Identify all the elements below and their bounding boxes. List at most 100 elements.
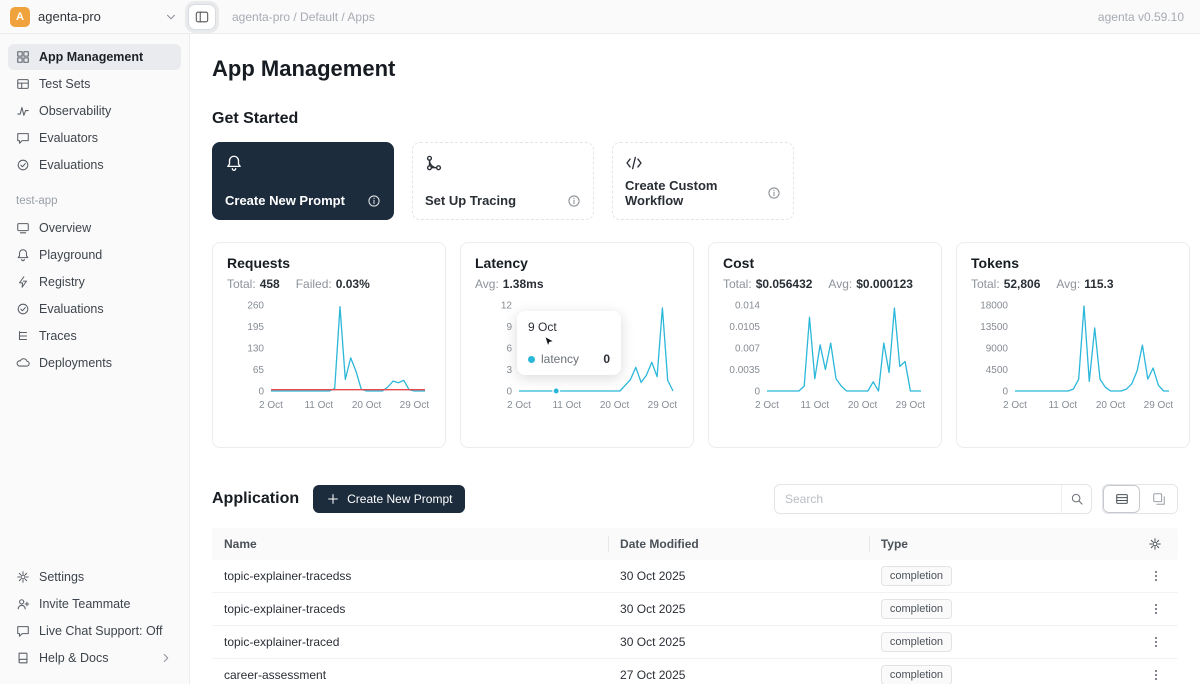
deployments-icon	[16, 356, 30, 370]
sidebar-item-overview[interactable]: Overview	[8, 215, 181, 241]
kebab-icon	[1149, 602, 1163, 616]
sidebar-item-settings[interactable]: Settings	[8, 564, 181, 590]
sidebar-item-invite-teammate[interactable]: Invite Teammate	[8, 591, 181, 617]
sidebar-item-traces[interactable]: Traces	[8, 323, 181, 349]
stat-value: 0.03%	[336, 277, 370, 291]
svg-text:2 Oct: 2 Oct	[259, 400, 283, 411]
card-label: Create Custom Workflow	[625, 178, 759, 208]
applications-table: Name Date Modified Type topic-explainer-…	[212, 528, 1178, 684]
search-box	[774, 484, 1092, 514]
observability-icon	[16, 104, 30, 118]
metric-card-latency: Latency Avg:1.38ms 0369122 Oct11 Oct20 O…	[460, 242, 694, 448]
svg-text:11 Oct: 11 Oct	[304, 400, 333, 411]
app-management-icon	[16, 50, 30, 64]
sidebar-item-label: App Management	[39, 50, 143, 64]
sidebar-item-help-docs[interactable]: Help & Docs	[8, 645, 181, 671]
sidebar-toggle-button[interactable]	[188, 4, 216, 30]
app-name: topic-explainer-traced	[212, 635, 608, 649]
table-view-button[interactable]	[1103, 485, 1140, 513]
app-date-modified: 30 Oct 2025	[608, 602, 869, 616]
create-custom-workflow-card[interactable]: Create Custom Workflow	[612, 142, 794, 220]
sidebar-item-observability[interactable]: Observability	[8, 98, 181, 124]
svg-text:9: 9	[506, 322, 512, 333]
app-name: topic-explainer-traceds	[212, 602, 608, 616]
row-menu-button[interactable]	[1144, 663, 1168, 684]
svg-text:0.0105: 0.0105	[729, 322, 760, 333]
svg-text:29 Oct: 29 Oct	[896, 400, 926, 411]
svg-text:195: 195	[247, 322, 264, 333]
metric-card-tokens: Tokens Total:52,806 Avg:115.3 0450090001…	[956, 242, 1190, 448]
search-input[interactable]	[775, 492, 1061, 506]
create-button-label: Create New Prompt	[347, 492, 452, 506]
column-settings[interactable]	[1091, 528, 1178, 560]
svg-text:29 Oct: 29 Oct	[648, 400, 678, 411]
app-version: agenta v0.59.10	[1098, 10, 1184, 24]
metrics-row: Requests Total:458 Failed:0.03% 06513019…	[212, 242, 1178, 448]
card-view-button[interactable]	[1140, 485, 1177, 513]
info-icon[interactable]	[767, 186, 781, 200]
breadcrumb[interactable]: agenta-pro / Default / Apps	[232, 10, 375, 24]
sidebar-item-label: Help & Docs	[39, 651, 108, 665]
book-icon	[16, 651, 30, 665]
table-row[interactable]: topic-explainer-traceds 30 Oct 2025 comp…	[212, 593, 1178, 626]
app-date-modified: 30 Oct 2025	[608, 635, 869, 649]
sidebar-item-playground[interactable]: Playground	[8, 242, 181, 268]
table-header: Name Date Modified Type	[212, 528, 1178, 560]
metric-title: Cost	[723, 255, 927, 271]
svg-text:0.014: 0.014	[735, 301, 760, 312]
table-row[interactable]: topic-explainer-traced 30 Oct 2025 compl…	[212, 626, 1178, 659]
type-badge: completion	[881, 665, 952, 684]
table-row[interactable]: topic-explainer-tracedss 30 Oct 2025 com…	[212, 560, 1178, 593]
main-content: App Management Get Started Create New Pr…	[190, 34, 1200, 684]
sidebar-item-deployments[interactable]: Deployments	[8, 350, 181, 376]
create-new-prompt-card[interactable]: Create New Prompt	[212, 142, 394, 220]
svg-text:0.0035: 0.0035	[729, 365, 760, 376]
type-badge: completion	[881, 599, 952, 619]
info-icon[interactable]	[567, 194, 581, 208]
view-toggle	[1102, 484, 1178, 514]
sidebar-item-test-sets[interactable]: Test Sets	[8, 71, 181, 97]
column-header-type[interactable]: Type	[869, 528, 1091, 560]
sidebar-item-live-chat-support[interactable]: Live Chat Support: Off	[8, 618, 181, 644]
sidebar-item-label: Registry	[39, 275, 85, 289]
stat-value: 1.38ms	[503, 277, 544, 291]
stat-label: Total:	[971, 277, 1000, 291]
info-icon[interactable]	[367, 194, 381, 208]
card-label: Create New Prompt	[225, 193, 345, 208]
app-name: topic-explainer-tracedss	[212, 569, 608, 583]
table-row[interactable]: career-assessment 27 Oct 2025 completion	[212, 659, 1178, 684]
stat-value: 458	[260, 277, 280, 291]
search-button[interactable]	[1061, 485, 1091, 513]
row-menu-button[interactable]	[1144, 630, 1168, 654]
sidebar-item-registry[interactable]: Registry	[8, 269, 181, 295]
tooltip-date: 9 Oct	[528, 320, 610, 334]
sidebar-item-app-evaluations[interactable]: Evaluations	[8, 296, 181, 322]
card-view-icon	[1152, 492, 1166, 506]
column-header-name[interactable]: Name	[212, 528, 608, 560]
cost-chart: 00.00350.0070.01050.0142 Oct11 Oct20 Oct…	[723, 297, 927, 426]
evaluations-icon	[16, 158, 30, 172]
workspace-selector[interactable]: A agenta-pro	[10, 7, 178, 27]
row-menu-button[interactable]	[1144, 597, 1168, 621]
sidebar-item-app-management[interactable]: App Management	[8, 44, 181, 70]
chevron-right-icon	[159, 651, 173, 665]
workspace-name: agenta-pro	[38, 9, 101, 24]
sidebar-item-label: Overview	[39, 221, 91, 235]
row-menu-button[interactable]	[1144, 564, 1168, 588]
svg-text:11 Oct: 11 Oct	[552, 400, 581, 411]
create-new-prompt-button[interactable]: Create New Prompt	[313, 485, 465, 513]
sidebar-item-label: Evaluations	[39, 158, 104, 172]
svg-text:6: 6	[506, 344, 512, 355]
svg-text:2 Oct: 2 Oct	[1003, 400, 1027, 411]
svg-text:4500: 4500	[986, 365, 1009, 376]
evaluations-icon	[16, 302, 30, 316]
sidebar-item-evaluators[interactable]: Evaluators	[8, 125, 181, 151]
svg-text:9000: 9000	[986, 344, 1009, 355]
set-up-tracing-card[interactable]: Set Up Tracing	[412, 142, 594, 220]
sidebar-item-label: Playground	[39, 248, 102, 262]
column-header-date-modified[interactable]: Date Modified	[608, 528, 869, 560]
mouse-cursor-icon	[543, 335, 557, 349]
sidebar-item-evaluations[interactable]: Evaluations	[8, 152, 181, 178]
gear-icon	[16, 570, 30, 584]
svg-text:0: 0	[506, 387, 512, 398]
